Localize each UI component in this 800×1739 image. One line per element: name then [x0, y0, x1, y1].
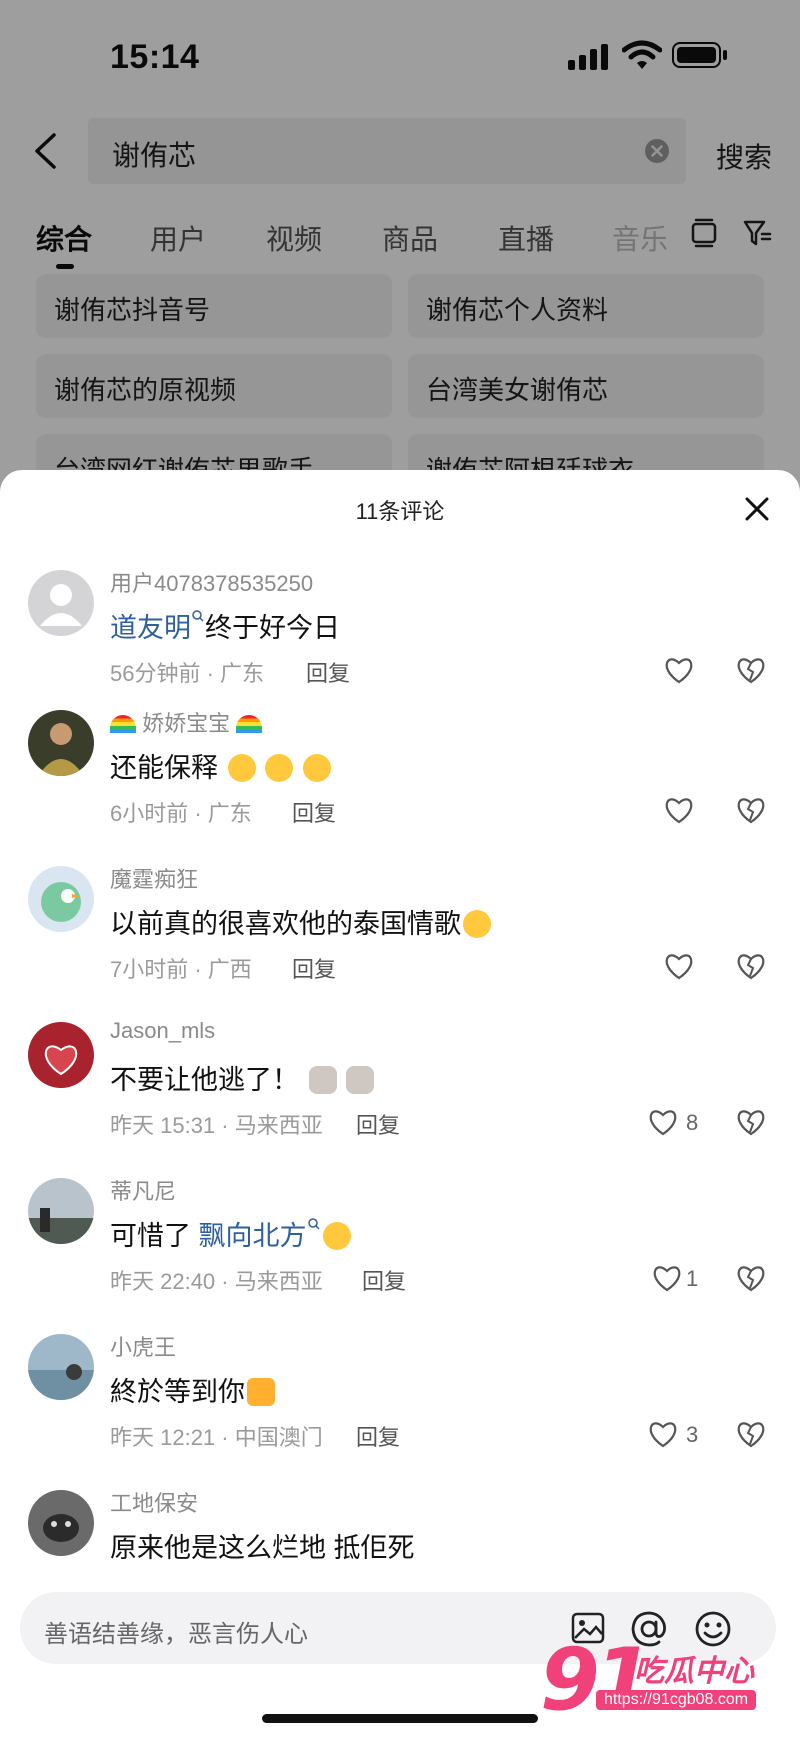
- watermark-text: 吃瓜中心: [634, 1655, 754, 1688]
- comment-time-location: 昨天 15:31 · 马来西亚: [110, 1113, 323, 1138]
- home-indicator: [262, 1714, 538, 1723]
- comment-time-location: 昨天 12:21 · 中国澳门: [110, 1425, 323, 1450]
- comment-username[interactable]: 魔霆痴狂: [110, 862, 198, 894]
- loud-crying-face-icon: [463, 910, 491, 938]
- thumbs-up-icon: [247, 1378, 275, 1406]
- comment-text: 还能保释: [110, 746, 331, 785]
- heart-icon[interactable]: [648, 1420, 678, 1448]
- comment-text: 終於等到你: [110, 1370, 275, 1409]
- default-avatar-icon: [28, 570, 94, 636]
- broken-heart-icon[interactable]: [736, 1420, 766, 1448]
- input-placeholder: 善语结善缘，恶言伤人心: [44, 1621, 308, 1648]
- comment-time-location: 昨天 22:40 · 马来西亚: [110, 1269, 323, 1294]
- comment-text: 道友明 终于好今日: [110, 606, 340, 645]
- avatar[interactable]: [28, 1178, 94, 1244]
- heart-icon[interactable]: [664, 952, 694, 980]
- comments-sheet: 11条评论 用户4078378535250 道友明 终于好今日 56分钟前 · 广…: [0, 470, 800, 1739]
- avatar[interactable]: [28, 1334, 94, 1400]
- comment-text: 可惜了 飘向北方: [110, 1214, 351, 1253]
- comment-item: 用户4078378535250 道友明 终于好今日 56分钟前 · 广东 回复: [0, 560, 800, 710]
- reply-button[interactable]: 回复: [292, 952, 336, 984]
- comment-item: 小虎王 終於等到你 昨天 12:21 · 中国澳门 回复 3: [0, 1324, 800, 1474]
- comment-username[interactable]: 蒂凡尼: [110, 1174, 176, 1206]
- avatar-photo: [28, 710, 94, 776]
- rainbow-icon: [236, 715, 263, 733]
- reply-button[interactable]: 回复: [356, 1108, 400, 1140]
- comment-text: 原来他是这么烂地 抵佢死: [110, 1533, 415, 1563]
- watermark-url: https://91cgb08.com: [596, 1690, 757, 1710]
- mention-link[interactable]: 道友明: [110, 613, 191, 643]
- avatar[interactable]: [28, 570, 94, 636]
- search-small-icon: [307, 1218, 320, 1230]
- watermark-brand: 91: [540, 1630, 654, 1730]
- reply-button[interactable]: 回复: [292, 796, 336, 828]
- avatar-photo: [28, 866, 94, 932]
- tears-of-joy-icon: [322, 1222, 351, 1250]
- crying-face-icon: [265, 754, 294, 782]
- comment-item: 魔霆痴狂 以前真的很喜欢他的泰国情歌 7小时前 · 广西 回复: [0, 856, 800, 1006]
- avatar-photo: [28, 1022, 94, 1088]
- mention-link[interactable]: 飘向北方: [199, 1221, 307, 1251]
- crying-face-icon: [302, 754, 331, 782]
- avatar-photo: [28, 1334, 94, 1400]
- broken-heart-icon[interactable]: [736, 952, 766, 980]
- like-count: 1: [686, 1266, 699, 1291]
- comment-username[interactable]: 小虎王: [110, 1330, 176, 1362]
- comment-username[interactable]: 娇娇宝宝: [110, 706, 263, 738]
- avatar-photo: [28, 1490, 94, 1556]
- comment-time-location: 7小时前 · 广西: [110, 957, 252, 982]
- broken-heart-icon[interactable]: [736, 656, 766, 684]
- heart-icon[interactable]: [664, 796, 694, 824]
- comment-text: 不要让他逃了！: [110, 1058, 375, 1097]
- comment-time-location: 6小时前 · 广东: [110, 801, 252, 826]
- reply-button[interactable]: 回复: [356, 1420, 400, 1452]
- comments-title: 11条评论: [355, 499, 445, 524]
- comment-time-location: 56分钟前 · 广东: [110, 661, 265, 686]
- comment-username[interactable]: Jason_mls: [110, 1018, 215, 1044]
- avatar[interactable]: [28, 1490, 94, 1556]
- cat-face-icon: [346, 1066, 375, 1094]
- close-icon[interactable]: [740, 492, 774, 526]
- heart-icon[interactable]: [648, 1108, 678, 1136]
- reply-button[interactable]: 回复: [362, 1264, 406, 1296]
- cat-face-icon: [308, 1066, 337, 1094]
- comment-username[interactable]: 用户4078378535250: [110, 566, 313, 598]
- broken-heart-icon[interactable]: [736, 1264, 766, 1292]
- heart-icon[interactable]: [664, 656, 694, 684]
- like-count: 3: [686, 1422, 699, 1447]
- broken-heart-icon[interactable]: [736, 796, 766, 824]
- watermark-logo: 91 吃瓜中心 https://91cgb08.com: [540, 1630, 796, 1732]
- comment-item: 蒂凡尼 可惜了 飘向北方 昨天 22:40 · 马来西亚 回复 1: [0, 1168, 800, 1318]
- like-count: 8: [686, 1110, 699, 1135]
- avatar[interactable]: [28, 866, 94, 932]
- broken-heart-icon[interactable]: [736, 1108, 766, 1136]
- avatar[interactable]: [28, 710, 94, 776]
- avatar[interactable]: [28, 1022, 94, 1088]
- search-small-icon: [192, 610, 204, 622]
- reply-button[interactable]: 回复: [306, 656, 350, 688]
- comment-item: Jason_mls 不要让他逃了！ 昨天 15:31 · 马来西亚 回复 8: [0, 1012, 800, 1162]
- comment-text: 以前真的很喜欢他的泰国情歌: [110, 902, 491, 941]
- comment-username[interactable]: 工地保安: [110, 1486, 198, 1518]
- crying-face-icon: [227, 754, 256, 782]
- comment-item: 娇娇宝宝 还能保释 6小时前 · 广东 回复: [0, 700, 800, 850]
- heart-icon[interactable]: [652, 1264, 682, 1292]
- avatar-photo: [28, 1178, 94, 1244]
- rainbow-icon: [110, 715, 136, 733]
